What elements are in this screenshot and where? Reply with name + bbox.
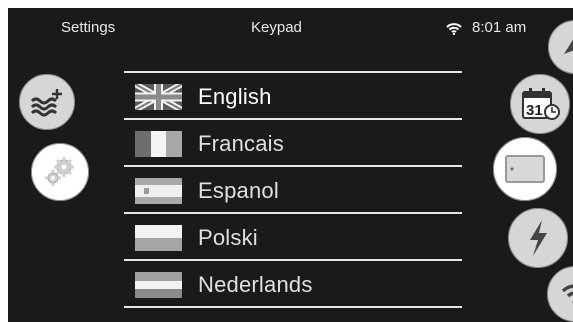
settings-gear-button[interactable] — [29, 141, 91, 203]
netherlands-flag-icon — [135, 272, 182, 298]
france-flag-icon — [135, 131, 182, 157]
calendar-clock-icon: 31 — [522, 88, 560, 120]
language-label: Nederlands — [198, 272, 313, 297]
language-label: Espanol — [198, 178, 279, 203]
language-label: English — [198, 84, 272, 109]
language-item-polski[interactable]: Polski — [124, 214, 462, 261]
settings-link[interactable]: Settings — [61, 19, 115, 36]
language-list: English Francais Espanol Polski Nederlan… — [124, 71, 462, 308]
clock: 8:01 am — [472, 19, 527, 36]
wifi-icon — [446, 23, 462, 35]
wifi-icon — [561, 284, 573, 304]
keypad-button[interactable] — [491, 135, 559, 203]
power-button[interactable] — [506, 206, 570, 270]
language-item-nederlands[interactable]: Nederlands — [124, 261, 462, 308]
wifi-button[interactable] — [545, 264, 573, 322]
language-label: Polski — [198, 225, 258, 250]
water-heat-button[interactable] — [17, 72, 77, 132]
lightning-icon — [530, 220, 547, 256]
keypad-icon — [505, 155, 545, 183]
spain-flag-icon — [135, 178, 182, 204]
language-label: Francais — [198, 131, 284, 156]
status-bar: Settings Keypad 8:01 am — [8, 8, 573, 48]
language-item-english[interactable]: English — [124, 71, 462, 120]
calendar-button[interactable]: 31 — [508, 72, 572, 136]
screen: Settings Keypad 8:01 am 31 English Franc… — [8, 8, 573, 322]
language-item-francais[interactable]: Francais — [124, 120, 462, 167]
svg-text:31: 31 — [526, 102, 543, 119]
poland-flag-icon — [135, 225, 182, 251]
page-title: Keypad — [251, 19, 302, 36]
language-item-espanol[interactable]: Espanol — [124, 167, 462, 214]
water-plus-icon — [30, 89, 62, 117]
uk-flag-icon — [135, 84, 182, 110]
gears-icon — [45, 157, 74, 186]
arrow-icon — [564, 39, 573, 54]
